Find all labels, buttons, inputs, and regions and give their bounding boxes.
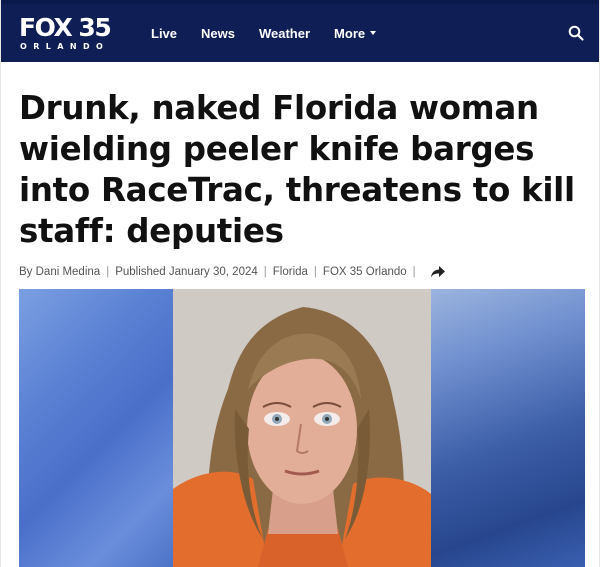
byline-divider: |	[412, 266, 416, 278]
author-link[interactable]: By Dani Medina	[19, 266, 100, 278]
logo-text: FOX 35	[19, 13, 112, 42]
nav-item-weather[interactable]: Weather	[259, 26, 310, 41]
site-header: FOX 35 ORLANDO Live News Weather More	[1, 4, 599, 62]
share-arrow-icon[interactable]	[430, 265, 446, 279]
search-icon[interactable]	[567, 24, 585, 42]
nav-item-more-label: More	[334, 25, 366, 41]
main-nav: Live News Weather More	[151, 4, 400, 62]
blurred-background-right	[429, 289, 585, 567]
source-link[interactable]: FOX 35 Orlando	[323, 266, 407, 278]
fox35-logo[interactable]: FOX 35 ORLANDO	[19, 11, 112, 55]
blurred-background-left	[19, 289, 175, 567]
logo-subtext: ORLANDO	[20, 42, 110, 51]
chevron-down-icon	[370, 31, 377, 35]
category-link[interactable]: Florida	[273, 266, 308, 278]
byline-divider: |	[106, 266, 110, 278]
published-date: Published January 30, 2024	[115, 266, 258, 278]
article-byline: By Dani Medina | Published January 30, 2…	[19, 265, 599, 279]
nav-item-news[interactable]: News	[201, 26, 235, 41]
article-hero-image	[19, 289, 585, 567]
mugshot-photo	[173, 289, 431, 567]
article-headline: Drunk, naked Florida woman wielding peel…	[19, 89, 575, 250]
byline-divider: |	[263, 266, 267, 278]
nav-item-live[interactable]: Live	[151, 26, 177, 41]
byline-divider: |	[313, 266, 317, 278]
nav-item-more[interactable]: More	[334, 25, 377, 41]
article-page: FOX 35 ORLANDO Live News Weather More Dr…	[0, 0, 600, 567]
